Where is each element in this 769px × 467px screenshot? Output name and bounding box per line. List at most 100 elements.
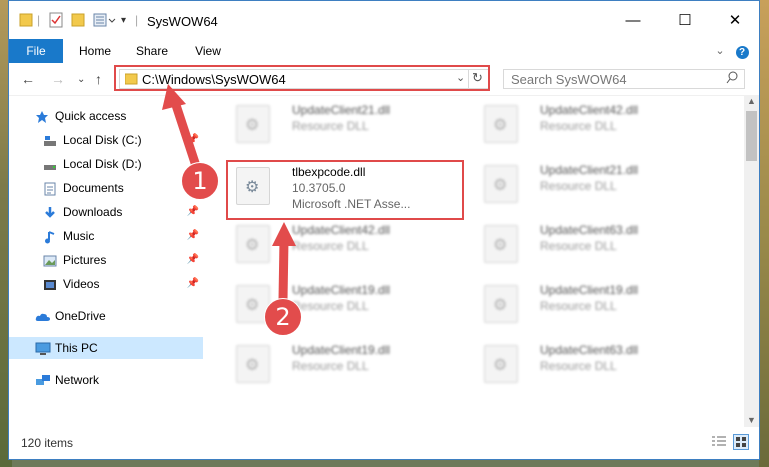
disk-icon	[43, 133, 57, 147]
dll-file-icon	[236, 105, 270, 143]
up-arrow-icon[interactable]: ↑	[95, 71, 102, 87]
star-icon	[35, 109, 49, 123]
nav-label: Network	[55, 373, 100, 387]
file-name: UpdateClient63.dll	[540, 223, 639, 237]
file-item[interactable]: UpdateClient63.dll Resource DLL	[478, 219, 718, 265]
nav-videos[interactable]: Videos 📌	[9, 273, 203, 295]
nav-local-disk-d[interactable]: Local Disk (D:)	[9, 153, 203, 175]
file-description: Resource DLL	[540, 179, 617, 193]
item-count: 120 items	[21, 436, 74, 450]
customize-toolbar-icon[interactable]: ▾	[121, 12, 126, 28]
file-item[interactable]: UpdateClient21.dll Resource DLL	[230, 99, 470, 145]
dll-file-icon	[484, 225, 518, 263]
separator: |	[135, 13, 139, 27]
dll-file-icon	[484, 105, 518, 143]
dll-file-icon	[484, 285, 518, 323]
file-item[interactable]: UpdateClient19.dll Resource DLL	[230, 339, 470, 385]
nav-music[interactable]: Music 📌	[9, 225, 203, 247]
nav-label: Downloads	[63, 205, 123, 219]
tab-share[interactable]: Share	[127, 39, 177, 63]
file-name: UpdateClient19.dll	[540, 283, 639, 297]
tab-view[interactable]: View	[185, 39, 231, 63]
search-input[interactable]: Search SysWOW64	[503, 69, 745, 89]
large-icons-view-icon[interactable]	[733, 434, 749, 450]
file-description: Resource DLL	[540, 359, 617, 373]
expand-ribbon-icon[interactable]: ⌄	[713, 39, 727, 63]
new-folder-icon[interactable]	[71, 12, 85, 28]
nav-documents[interactable]: Documents 📌	[9, 177, 203, 199]
nav-pictures[interactable]: Pictures 📌	[9, 249, 203, 271]
step-1-badge: 1	[181, 162, 219, 200]
file-name: UpdateClient63.dll	[540, 343, 639, 357]
tab-home[interactable]: Home	[71, 39, 119, 63]
nav-label: Pictures	[63, 253, 107, 267]
folder-icon	[19, 12, 33, 28]
view-options-icon[interactable]	[93, 12, 117, 28]
nav-this-pc[interactable]: This PC	[9, 337, 203, 359]
nav-network[interactable]: Network	[9, 369, 203, 391]
address-bar-highlight	[114, 65, 490, 91]
computer-icon	[35, 341, 51, 355]
help-icon[interactable]: ?	[735, 39, 749, 63]
file-item[interactable]: UpdateClient63.dll Resource DLL	[478, 339, 718, 385]
forward-arrow-icon[interactable]: →	[51, 71, 65, 87]
cloud-icon	[35, 309, 50, 323]
videos-icon	[43, 277, 57, 291]
file-description: Resource DLL	[292, 119, 369, 133]
pin-icon: 📌	[186, 230, 199, 241]
dll-file-icon	[236, 225, 270, 263]
nav-label: Music	[63, 229, 95, 243]
scroll-down-icon[interactable]: ▼	[747, 415, 756, 425]
nav-label: Videos	[63, 277, 100, 291]
file-item[interactable]: UpdateClient21.dll Resource DLL	[478, 159, 718, 205]
file-name: UpdateClient19.dll	[292, 343, 391, 357]
file-item[interactable]: UpdateClient42.dll Resource DLL	[478, 99, 718, 145]
ribbon-tabs: File Home Share View ⌄ ?	[9, 39, 759, 63]
search-placeholder: Search SysWOW64	[511, 72, 627, 87]
file-list: UpdateClient21.dll Resource DLL UpdateCl…	[214, 95, 744, 427]
file-highlight	[226, 160, 464, 220]
nav-downloads[interactable]: Downloads 📌	[9, 201, 203, 223]
scroll-up-icon[interactable]: ▲	[747, 96, 756, 106]
step-2-badge: 2	[264, 298, 302, 336]
dll-file-icon	[484, 345, 518, 383]
nav-quick-access[interactable]: Quick access	[9, 105, 203, 127]
file-item[interactable]: UpdateClient42.dll Resource DLL	[230, 219, 470, 265]
nav-label: OneDrive	[55, 309, 106, 323]
scroll-thumb[interactable]	[746, 111, 757, 161]
file-name: UpdateClient19.dll	[292, 283, 391, 297]
tab-file[interactable]: File	[9, 39, 63, 63]
details-view-icon[interactable]	[711, 435, 727, 452]
nav-label: This PC	[55, 341, 98, 355]
status-bar: 120 items	[9, 431, 759, 457]
network-icon	[35, 373, 50, 387]
minimize-button[interactable]: —	[613, 7, 653, 33]
desktop-background-right	[759, 0, 769, 467]
nav-label: Local Disk (C:)	[63, 133, 142, 147]
file-name: UpdateClient42.dll	[292, 223, 391, 237]
pin-icon: 📌	[186, 254, 199, 265]
nav-local-disk-c[interactable]: Local Disk (C:) 📌	[9, 129, 203, 151]
nav-label: Quick access	[55, 109, 127, 123]
nav-label: Documents	[63, 181, 124, 195]
file-item[interactable]: UpdateClient19.dll Resource DLL	[478, 279, 718, 325]
navigation-pane: Quick access Local Disk (C:) 📌 Local Dis…	[9, 95, 205, 427]
disk-icon	[43, 157, 57, 171]
close-button[interactable]: ✕	[715, 7, 755, 33]
documents-icon	[43, 181, 57, 196]
recent-locations-icon[interactable]: ⌄	[77, 74, 85, 85]
file-description: Resource DLL	[540, 299, 617, 313]
separator: |	[37, 13, 41, 27]
properties-icon[interactable]	[49, 12, 63, 28]
file-description: Resource DLL	[540, 239, 617, 253]
nav-label: Local Disk (D:)	[63, 157, 142, 171]
pin-icon: 📌	[186, 206, 199, 217]
maximize-button[interactable]: ☐	[665, 7, 705, 33]
search-icon	[726, 71, 738, 88]
nav-onedrive[interactable]: OneDrive	[9, 305, 203, 327]
back-arrow-icon[interactable]: ←	[21, 71, 35, 87]
file-description: Resource DLL	[292, 299, 369, 313]
file-name: UpdateClient21.dll	[292, 103, 391, 117]
file-description: Resource DLL	[292, 239, 369, 253]
vertical-scrollbar[interactable]: ▲ ▼	[744, 95, 759, 427]
